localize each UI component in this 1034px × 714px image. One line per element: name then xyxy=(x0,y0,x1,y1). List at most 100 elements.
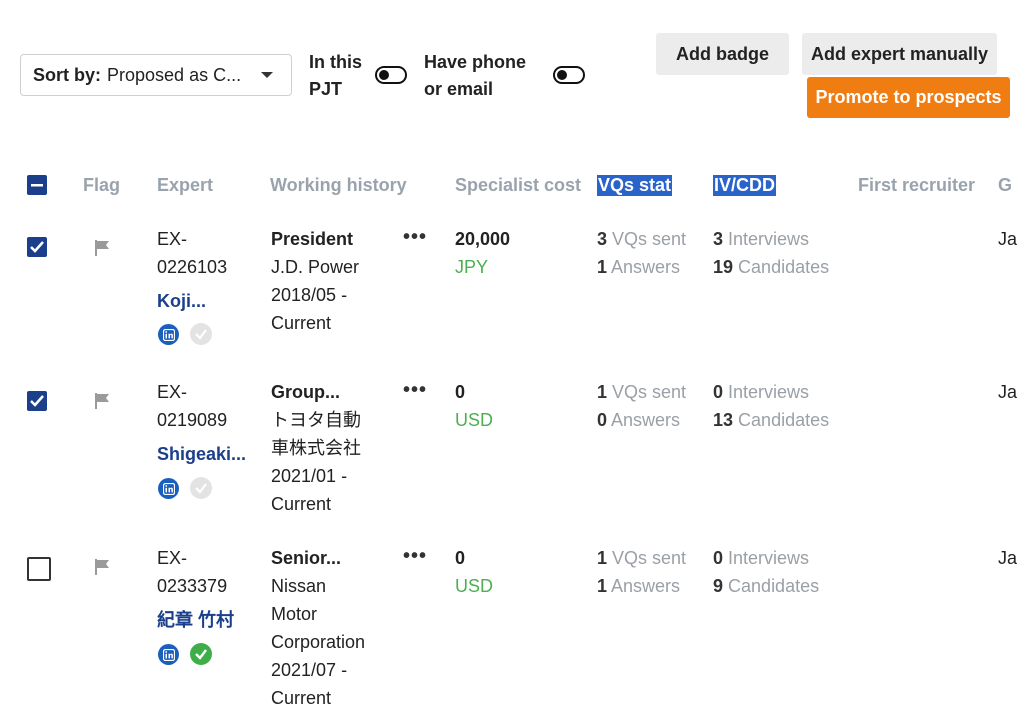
history-company-cont: 車株式会社 xyxy=(271,438,361,458)
candidates: 13 Candidates xyxy=(713,406,829,434)
promote-to-prospects-button[interactable]: Promote to prospects xyxy=(807,77,1010,118)
in-pjt-toggle[interactable] xyxy=(375,66,407,84)
expert-id: EX- 0233379 xyxy=(157,544,227,600)
expert-id-number: 0233379 xyxy=(157,576,228,596)
cost-value: 20,000 xyxy=(455,229,511,249)
expert-id: EX- 0226103 xyxy=(157,225,227,281)
cost-currency: USD xyxy=(455,410,494,430)
in-pjt-label-line2: PJT xyxy=(309,79,343,99)
history-period-end: Current xyxy=(271,494,332,514)
vqs-sent-label: VQs sent xyxy=(612,382,687,402)
phone-email-toggle[interactable] xyxy=(553,66,585,84)
expert-id-prefix: EX- xyxy=(157,382,188,402)
vqs-sent-count: 1 xyxy=(597,382,608,402)
flag-icon[interactable] xyxy=(94,558,112,576)
cost-value: 0 xyxy=(455,548,466,568)
vqs-sent-label: VQs sent xyxy=(612,548,687,568)
answers-label: Answers xyxy=(611,257,681,277)
sort-dropdown[interactable]: Sort by: Proposed as C... xyxy=(20,54,292,96)
history-title: Senior... xyxy=(271,548,342,568)
candidates: 9 Candidates xyxy=(713,572,819,600)
header-vqs-stat[interactable]: VQs stat xyxy=(597,175,673,196)
history-company: Nissan xyxy=(271,576,327,596)
cost-currency: USD xyxy=(455,576,494,596)
row-checkbox[interactable] xyxy=(27,391,47,411)
linkedin-icon[interactable] xyxy=(158,644,179,665)
expert-name-link[interactable]: 紀章 竹村 xyxy=(157,606,234,634)
add-expert-manually-button[interactable]: Add expert manually xyxy=(802,33,997,75)
history-company-cont: Motor xyxy=(271,604,318,624)
answers-label: Answers xyxy=(611,410,681,430)
candidates-label: Candidates xyxy=(738,410,830,430)
history-detail: J.D. Power 2018/05 - Current xyxy=(271,253,359,337)
recruiter-cell: Ja xyxy=(998,229,1018,249)
row-checkbox[interactable] xyxy=(27,557,51,581)
interviews-label: Interviews xyxy=(728,382,810,402)
interviews: 0 Interviews xyxy=(713,544,809,572)
answers: 1 Answers xyxy=(597,572,680,600)
linkedin-icon[interactable] xyxy=(158,478,179,499)
cost-value: 0 xyxy=(455,382,466,402)
answers: 0 Answers xyxy=(597,406,680,434)
header-specialist-cost[interactable]: Specialist cost xyxy=(455,175,581,196)
history-title: Group... xyxy=(271,382,340,402)
recruiter-cell: Ja xyxy=(998,548,1018,568)
history-company: トヨタ自動 xyxy=(271,410,361,430)
verified-check-icon xyxy=(190,643,212,665)
phone-email-label-line1: Have phone xyxy=(424,52,527,72)
phone-email-toggle-label: Have phone or email xyxy=(424,49,526,103)
answers-count: 1 xyxy=(597,576,608,596)
answers-count: 1 xyxy=(597,257,608,277)
vqs-sent: 1 VQs sent xyxy=(597,378,686,406)
more-options-icon[interactable]: ••• xyxy=(403,226,427,249)
header-flag[interactable]: Flag xyxy=(83,175,120,196)
row-checkbox[interactable] xyxy=(27,237,47,257)
toggle-knob xyxy=(557,70,567,80)
toggle-knob xyxy=(379,70,389,80)
header-working-history[interactable]: Working history xyxy=(270,175,407,196)
header-iv-cdd[interactable]: IV/CDD xyxy=(713,175,777,196)
expert-id-prefix: EX- xyxy=(157,229,188,249)
vqs-sent-label: VQs sent xyxy=(612,229,687,249)
sort-label: Sort by: xyxy=(33,64,102,85)
sort-value: Proposed as C... xyxy=(107,64,242,85)
expert-name-link[interactable]: Koji... xyxy=(157,287,206,315)
phone-email-label-line2: or email xyxy=(424,79,494,99)
history-period: 2018/05 - xyxy=(271,285,348,305)
interviews-count: 3 xyxy=(713,229,724,249)
expert-id: EX- 0219089 xyxy=(157,378,227,434)
candidates-count: 13 xyxy=(713,410,734,430)
candidates-count: 9 xyxy=(713,576,724,596)
add-badge-button[interactable]: Add badge xyxy=(656,33,789,75)
candidates-label: Candidates xyxy=(728,576,820,596)
expert-name-link[interactable]: Shigeaki... xyxy=(157,440,246,468)
history-company: J.D. Power xyxy=(271,257,360,277)
interviews: 3 Interviews xyxy=(713,225,809,253)
select-all-checkbox[interactable] xyxy=(27,175,47,195)
interviews-count: 0 xyxy=(713,548,724,568)
history-company-cont: Corporation xyxy=(271,632,366,652)
candidates: 19 Candidates xyxy=(713,253,829,281)
header-expert[interactable]: Expert xyxy=(157,175,213,196)
history-title: President xyxy=(271,229,354,249)
flag-icon[interactable] xyxy=(94,392,112,410)
interviews-count: 0 xyxy=(713,382,724,402)
candidates-count: 19 xyxy=(713,257,734,277)
verified-check-icon xyxy=(190,323,212,345)
interviews-label: Interviews xyxy=(728,229,810,249)
more-options-icon[interactable]: ••• xyxy=(403,545,427,568)
history-period-end: Current xyxy=(271,313,332,333)
in-pjt-label-line1: In this xyxy=(309,52,362,72)
vqs-sent: 3 VQs sent xyxy=(597,225,686,253)
vqs-sent-count: 1 xyxy=(597,548,608,568)
cost-currency: JPY xyxy=(455,257,489,277)
header-first-recruiter[interactable]: First recruiter xyxy=(858,175,975,196)
linkedin-icon[interactable] xyxy=(158,324,179,345)
more-options-icon[interactable]: ••• xyxy=(403,379,427,402)
verified-check-icon xyxy=(190,477,212,499)
expert-id-number: 0226103 xyxy=(157,257,228,277)
history-period: 2021/01 - xyxy=(271,466,348,486)
header-next-column[interactable]: G xyxy=(998,175,1012,196)
history-detail: トヨタ自動 車株式会社 2021/01 - Current xyxy=(271,406,361,518)
flag-icon[interactable] xyxy=(94,239,112,257)
